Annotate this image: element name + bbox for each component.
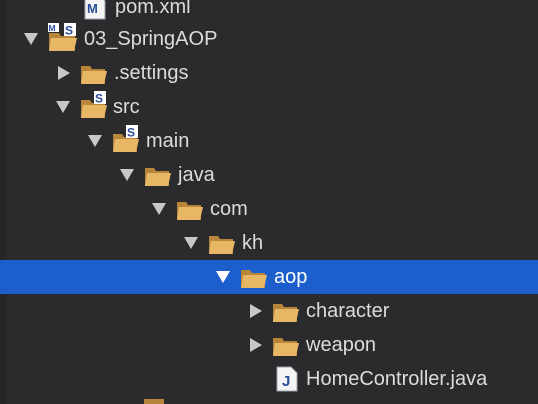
tree-item-label: java (178, 164, 215, 186)
tree-item-label: character (306, 300, 390, 322)
tree-item-aop[interactable]: aop (0, 260, 538, 294)
expanded-arrow-icon[interactable] (184, 236, 198, 250)
expanded-arrow-icon[interactable] (24, 32, 38, 46)
tree-item-java[interactable]: java (0, 158, 538, 192)
folder-icon (272, 298, 300, 324)
svg-text:S: S (127, 126, 135, 140)
folder-icon (208, 230, 236, 256)
tree-item-weapon[interactable]: weapon (0, 328, 538, 362)
maven-file-icon: M (83, 0, 111, 20)
maven-spring-project-icon: M S (47, 23, 77, 51)
java-file-icon: J (275, 366, 303, 392)
tree-item-character[interactable]: character (0, 294, 538, 328)
expanded-arrow-icon[interactable] (56, 100, 70, 114)
tree-item-03-springaop[interactable]: M S 03_SpringAOP (0, 22, 538, 56)
collapsed-arrow-icon[interactable] (249, 304, 263, 318)
tree-item-main[interactable]: S main (0, 124, 538, 158)
tree-item-label: main (146, 130, 190, 152)
spring-source-folder-icon: S (112, 125, 140, 152)
folder-icon (240, 264, 268, 290)
svg-text:J: J (282, 373, 290, 390)
tree-item-label: aop (274, 266, 308, 288)
tree-item-settings[interactable]: .settings (0, 56, 538, 90)
folder-icon (272, 332, 300, 358)
tree-item-pom-xml[interactable]: M pom.xml (0, 0, 538, 24)
tree-item-label: 03_SpringAOP (84, 28, 218, 50)
spring-source-folder-icon: S (80, 91, 108, 118)
svg-text:S: S (65, 24, 73, 38)
folder-icon (144, 162, 172, 188)
collapsed-arrow-icon[interactable] (249, 338, 263, 352)
tree-item-label: pom.xml (115, 0, 191, 18)
svg-text:S: S (95, 92, 103, 106)
svg-text:M: M (87, 1, 98, 16)
expanded-arrow-icon[interactable] (152, 202, 166, 216)
project-explorer-tree: M pom.xml M S 03_SpringAOP .settings S s… (0, 0, 538, 404)
folder-icon (80, 60, 108, 86)
tree-item-label: src (113, 96, 140, 118)
collapsed-arrow-icon[interactable] (57, 66, 71, 80)
tree-item-label: kh (242, 232, 264, 254)
tree-item-label: HomeController.java (306, 368, 488, 390)
tree-item-homecontroller-java[interactable]: J HomeController.java (0, 362, 538, 396)
expanded-arrow-icon[interactable] (216, 270, 230, 284)
tree-item-kh[interactable]: kh (0, 226, 538, 260)
tree-item-com[interactable]: com (0, 192, 538, 226)
svg-text:M: M (49, 23, 56, 33)
expanded-arrow-icon[interactable] (88, 134, 102, 148)
tree-item-label: .settings (114, 62, 189, 84)
expanded-arrow-icon[interactable] (120, 168, 134, 182)
tree-item-src[interactable]: S src (0, 90, 538, 124)
tree-item-label: weapon (306, 334, 377, 356)
partial-folder-icon (144, 399, 164, 404)
folder-icon (176, 196, 204, 222)
tree-item-label: com (210, 198, 248, 220)
